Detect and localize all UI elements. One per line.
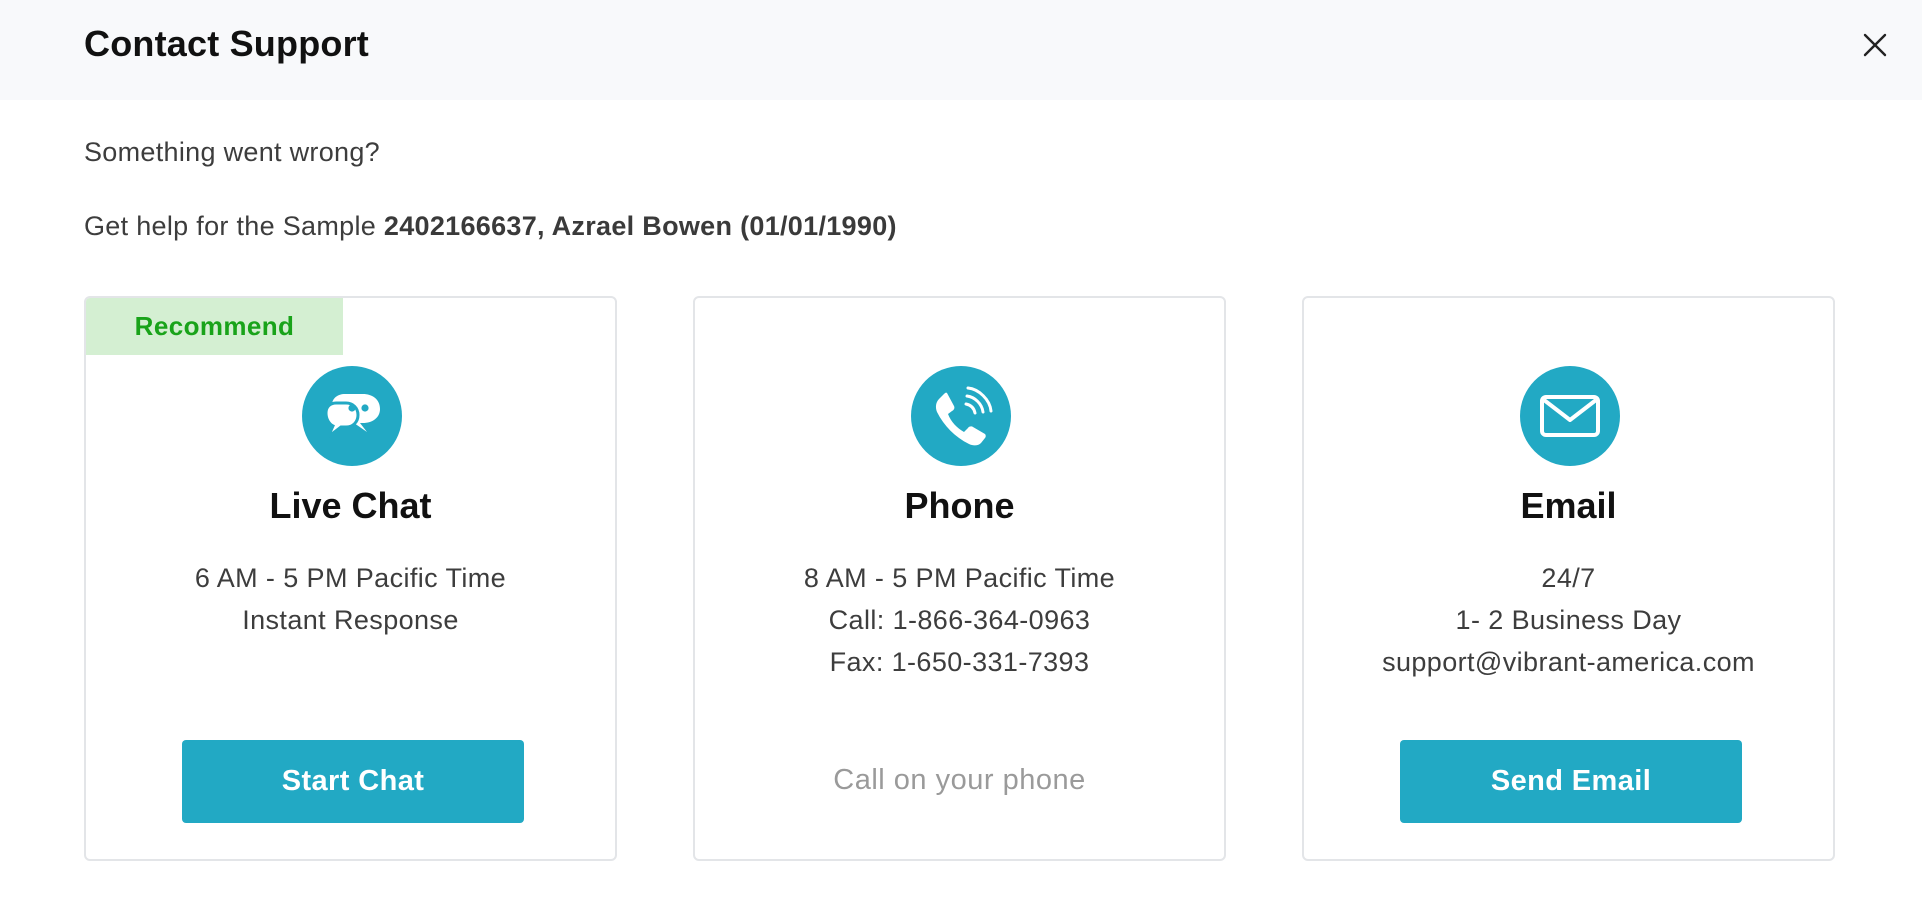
dialog-title: Contact Support — [84, 23, 369, 64]
phone-card: Phone 8 AM - 5 PM Pacific Time Call: 1-8… — [693, 296, 1226, 861]
contact-support-dialog: Contact Support Something went wrong? Ge… — [0, 0, 1922, 912]
phone-hours: 8 AM - 5 PM Pacific Time — [803, 563, 1116, 593]
live-chat-response: Instant Response — [242, 605, 459, 635]
email-card: Email 24/7 1- 2 Business Day support@vib… — [1302, 296, 1835, 861]
phone-call-number: Call: 1-866-364-0963 — [828, 605, 1091, 635]
send-email-button[interactable]: Send Email — [1400, 740, 1742, 823]
live-chat-hours: 6 AM - 5 PM Pacific Time — [194, 563, 507, 593]
call-on-phone-text: Call on your phone — [833, 764, 1086, 796]
envelope-icon — [1520, 366, 1620, 466]
live-chat-title: Live Chat — [269, 485, 432, 526]
email-response-time: 1- 2 Business Day — [1455, 605, 1682, 635]
close-icon[interactable] — [1862, 32, 1888, 58]
phone-icon — [911, 366, 1011, 466]
dialog-header: Contact Support — [0, 0, 1922, 100]
email-availability: 24/7 — [1541, 563, 1596, 593]
live-chat-card: Recommend Live Chat 6 AM - 5 PM Pacific … — [84, 296, 617, 861]
chat-bubbles-icon — [302, 366, 402, 466]
sample-info-prefix: Get help for the Sample — [84, 211, 384, 241]
recommend-badge: Recommend — [86, 298, 343, 355]
phone-title: Phone — [904, 485, 1015, 526]
intro-text: Something went wrong? — [84, 137, 380, 167]
email-address[interactable]: support@vibrant-america.com — [1304, 644, 1833, 680]
sample-info-details: 2402166637, Azrael Bowen (01/01/1990) — [383, 211, 897, 241]
start-chat-button[interactable]: Start Chat — [182, 740, 524, 823]
email-title: Email — [1520, 485, 1617, 526]
sample-info: Get help for the Sample 2402166637, Azra… — [84, 208, 897, 244]
phone-fax-number: Fax: 1-650-331-7393 — [829, 647, 1090, 677]
